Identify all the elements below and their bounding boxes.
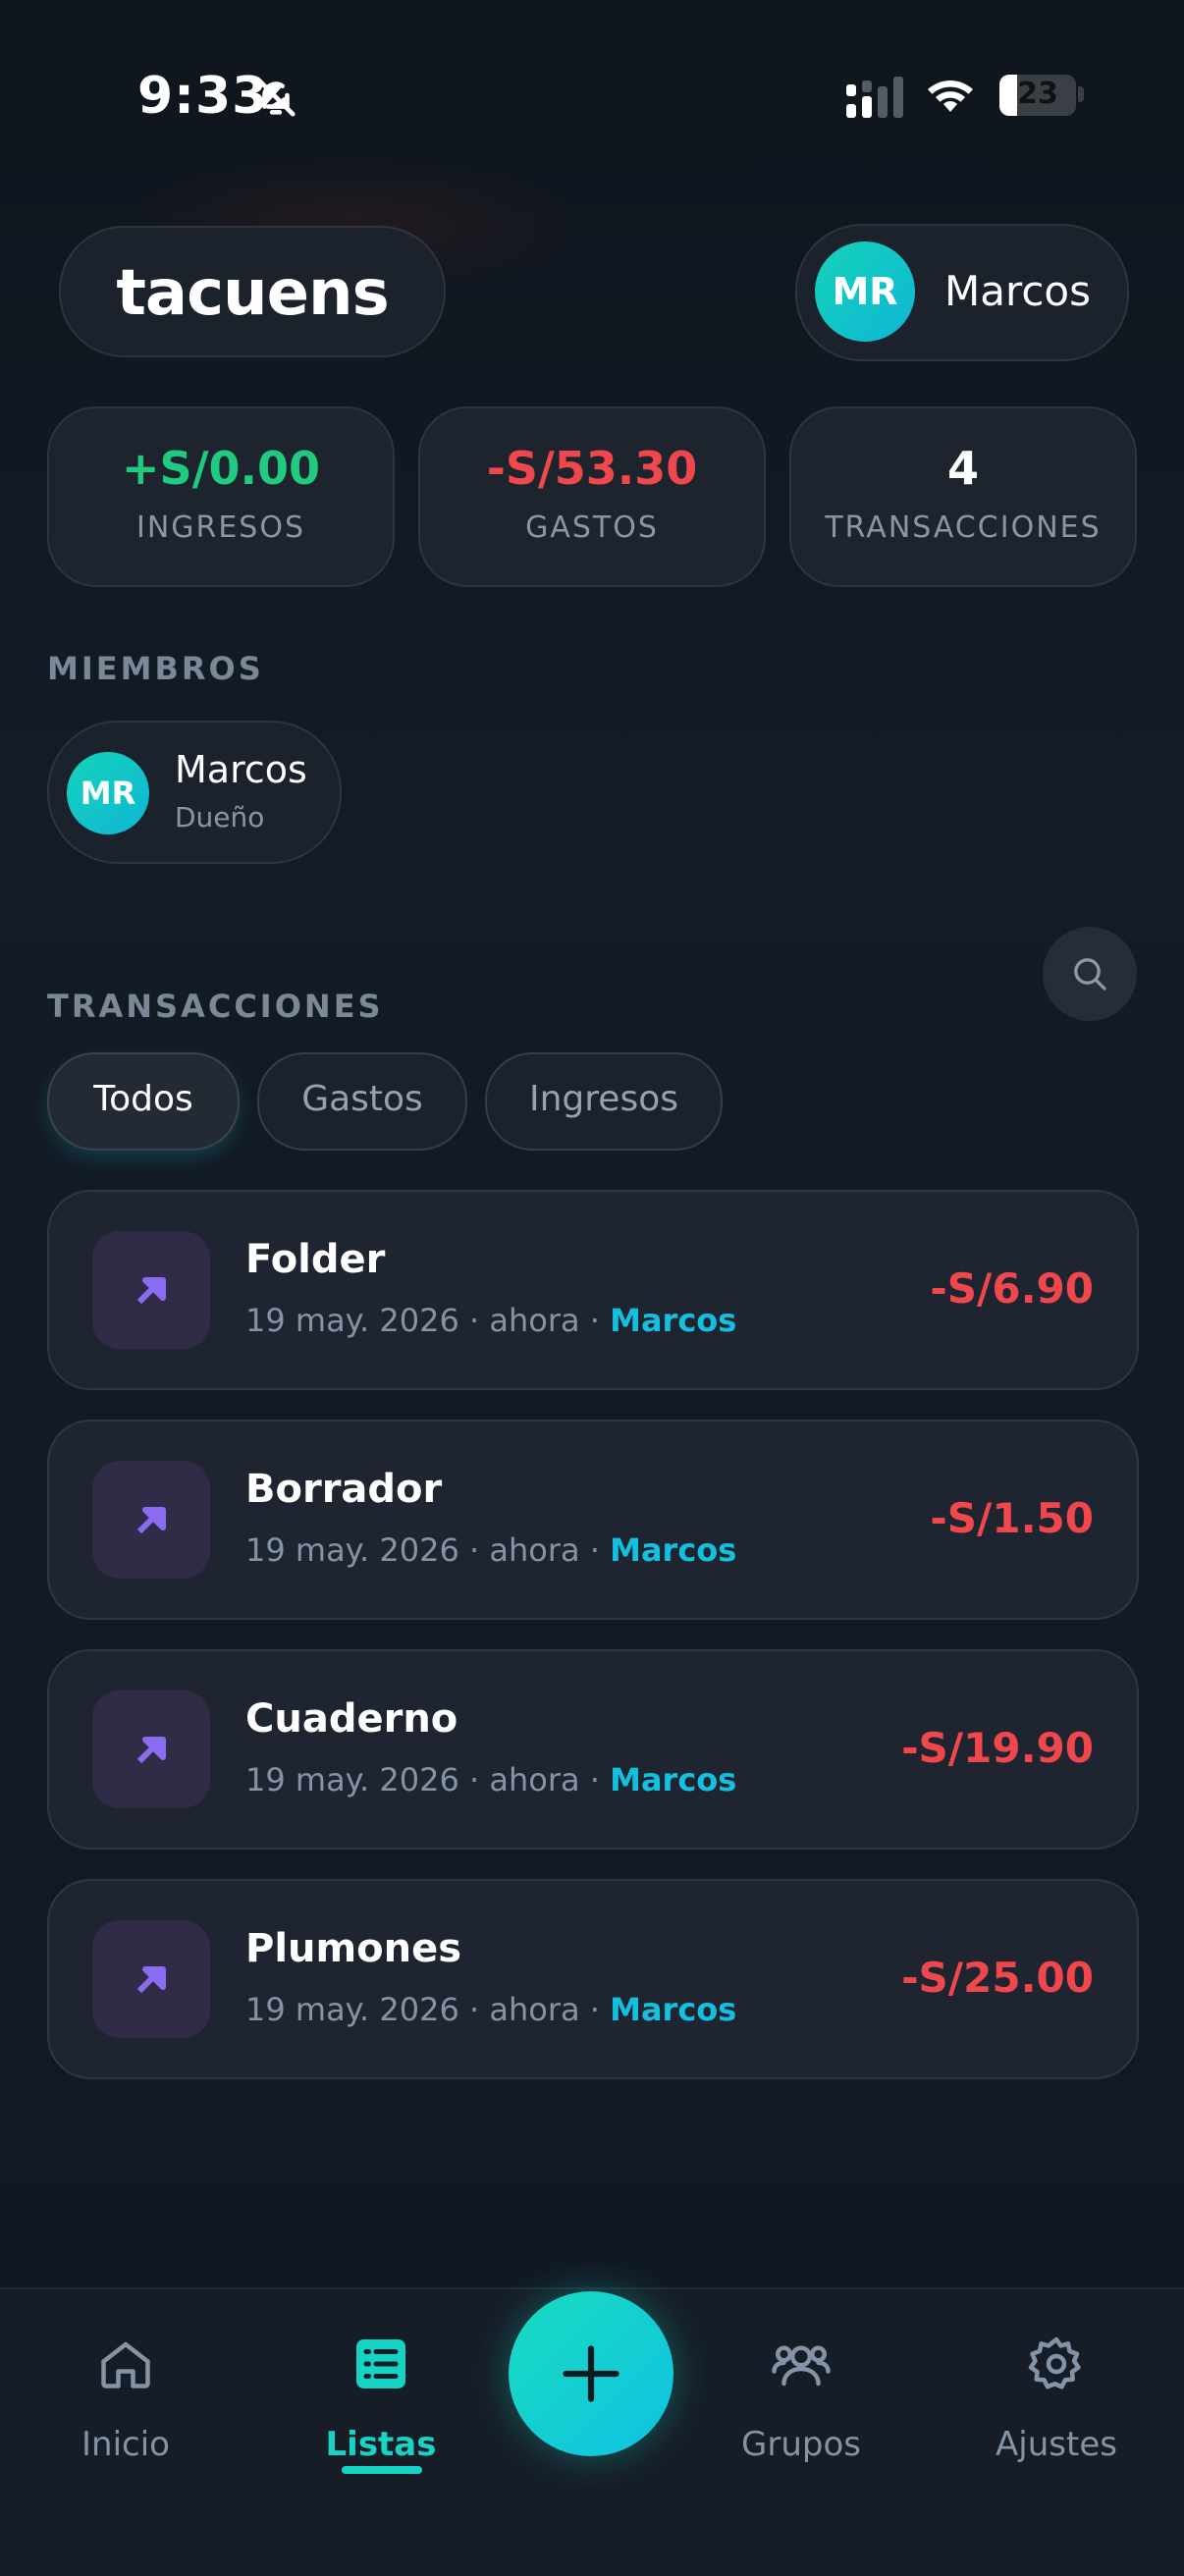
nav-label: Grupos (741, 2425, 861, 2464)
nav-label: Ajustes (996, 2425, 1117, 2464)
bell-muted-icon (256, 78, 296, 117)
nav-item-inicio[interactable]: Inicio (27, 2289, 224, 2486)
nav-label: Inicio (81, 2425, 170, 2464)
transaction-member: Marcos (610, 1761, 737, 1798)
transaction-title: Cuaderno (245, 1696, 458, 1742)
transaction-amount: -S/1.50 (930, 1494, 1094, 1542)
user-name: Marcos (944, 267, 1091, 315)
transaction-meta: 19 may. 2026 · ahora · Marcos (245, 1302, 737, 1339)
expense-arrow-icon (92, 1461, 210, 1579)
nav-item-listas[interactable]: Listas (283, 2289, 479, 2486)
cellular-signal-icon (846, 77, 903, 118)
stat-card-income: +S/0.00 INGRESOS (47, 406, 395, 587)
avatar: MR (815, 242, 915, 342)
stat-label: GASTOS (525, 510, 659, 545)
transaction-row[interactable]: Folder 19 may. 2026 · ahora · Marcos -S/… (47, 1190, 1139, 1390)
transaction-title: Plumones (245, 1926, 462, 1971)
expense-arrow-icon (92, 1920, 210, 2038)
transaction-row[interactable]: Plumones 19 may. 2026 · ahora · Marcos -… (47, 1879, 1139, 2079)
stat-value: -S/53.30 (486, 442, 698, 495)
stat-value: 4 (946, 442, 979, 495)
transaction-amount: -S/6.90 (930, 1264, 1094, 1313)
status-bar: 9:33 23 (0, 0, 1184, 187)
stat-card-transactions: 4 TRANSACCIONES (789, 406, 1137, 587)
transaction-row[interactable]: Borrador 19 may. 2026 · ahora · Marcos -… (47, 1420, 1139, 1620)
nav-item-ajustes[interactable]: Ajustes (958, 2289, 1155, 2486)
transaction-title: Folder (245, 1237, 386, 1282)
search-icon (1074, 958, 1106, 991)
avatar: MR (67, 752, 149, 834)
transaction-member: Marcos (610, 1991, 737, 2028)
battery-tip (1078, 86, 1084, 102)
filter-ingresos[interactable]: Ingresos (485, 1052, 723, 1151)
transaction-meta: 19 may. 2026 · ahora · Marcos (245, 1531, 737, 1569)
expense-arrow-icon (92, 1690, 210, 1808)
app-logo: tacuens (116, 257, 389, 330)
stat-label: TRANSACCIONES (825, 510, 1102, 545)
wifi-icon (928, 80, 973, 112)
members-section-label: MIEMBROS (47, 650, 264, 687)
transaction-title: Borrador (245, 1467, 443, 1512)
list-icon (356, 2339, 405, 2388)
stat-card-expenses: -S/53.30 GASTOS (418, 406, 766, 587)
plus-icon (563, 2345, 619, 2402)
add-transaction-button[interactable] (509, 2291, 673, 2456)
stat-label: INGRESOS (135, 510, 306, 545)
logo-pill: tacuens (59, 226, 446, 357)
transaction-member: Marcos (610, 1531, 737, 1569)
member-name: Marcos (175, 748, 307, 791)
battery-icon: 23 (999, 75, 1076, 116)
nav-item-grupos[interactable]: Grupos (703, 2289, 899, 2486)
battery-percent: 23 (1017, 77, 1058, 111)
gear-icon (1028, 2336, 1081, 2389)
member-role: Dueño (175, 801, 265, 833)
transaction-member: Marcos (610, 1302, 737, 1339)
transaction-amount: -S/25.00 (901, 1954, 1094, 2002)
search-button[interactable] (1043, 927, 1137, 1021)
status-time: 9:33 (137, 67, 269, 126)
nav-label: Listas (325, 2425, 437, 2464)
expense-arrow-icon (92, 1231, 210, 1349)
member-chip[interactable]: MR Marcos Dueño (47, 721, 342, 864)
group-icon (772, 2345, 831, 2387)
transaction-amount: -S/19.90 (901, 1724, 1094, 1772)
transactions-section-label: TRANSACCIONES (47, 988, 384, 1025)
filter-gastos[interactable]: Gastos (257, 1052, 467, 1151)
transaction-meta: 19 may. 2026 · ahora · Marcos (245, 1991, 737, 2028)
user-profile-button[interactable]: MR Marcos (795, 224, 1129, 361)
filter-todos[interactable]: Todos (47, 1052, 240, 1151)
transaction-row[interactable]: Cuaderno 19 may. 2026 · ahora · Marcos -… (47, 1649, 1139, 1850)
nav-active-indicator (342, 2466, 422, 2474)
transaction-meta: 19 may. 2026 · ahora · Marcos (245, 1761, 737, 1798)
stat-value: +S/0.00 (122, 442, 320, 495)
home-icon (101, 2341, 150, 2388)
